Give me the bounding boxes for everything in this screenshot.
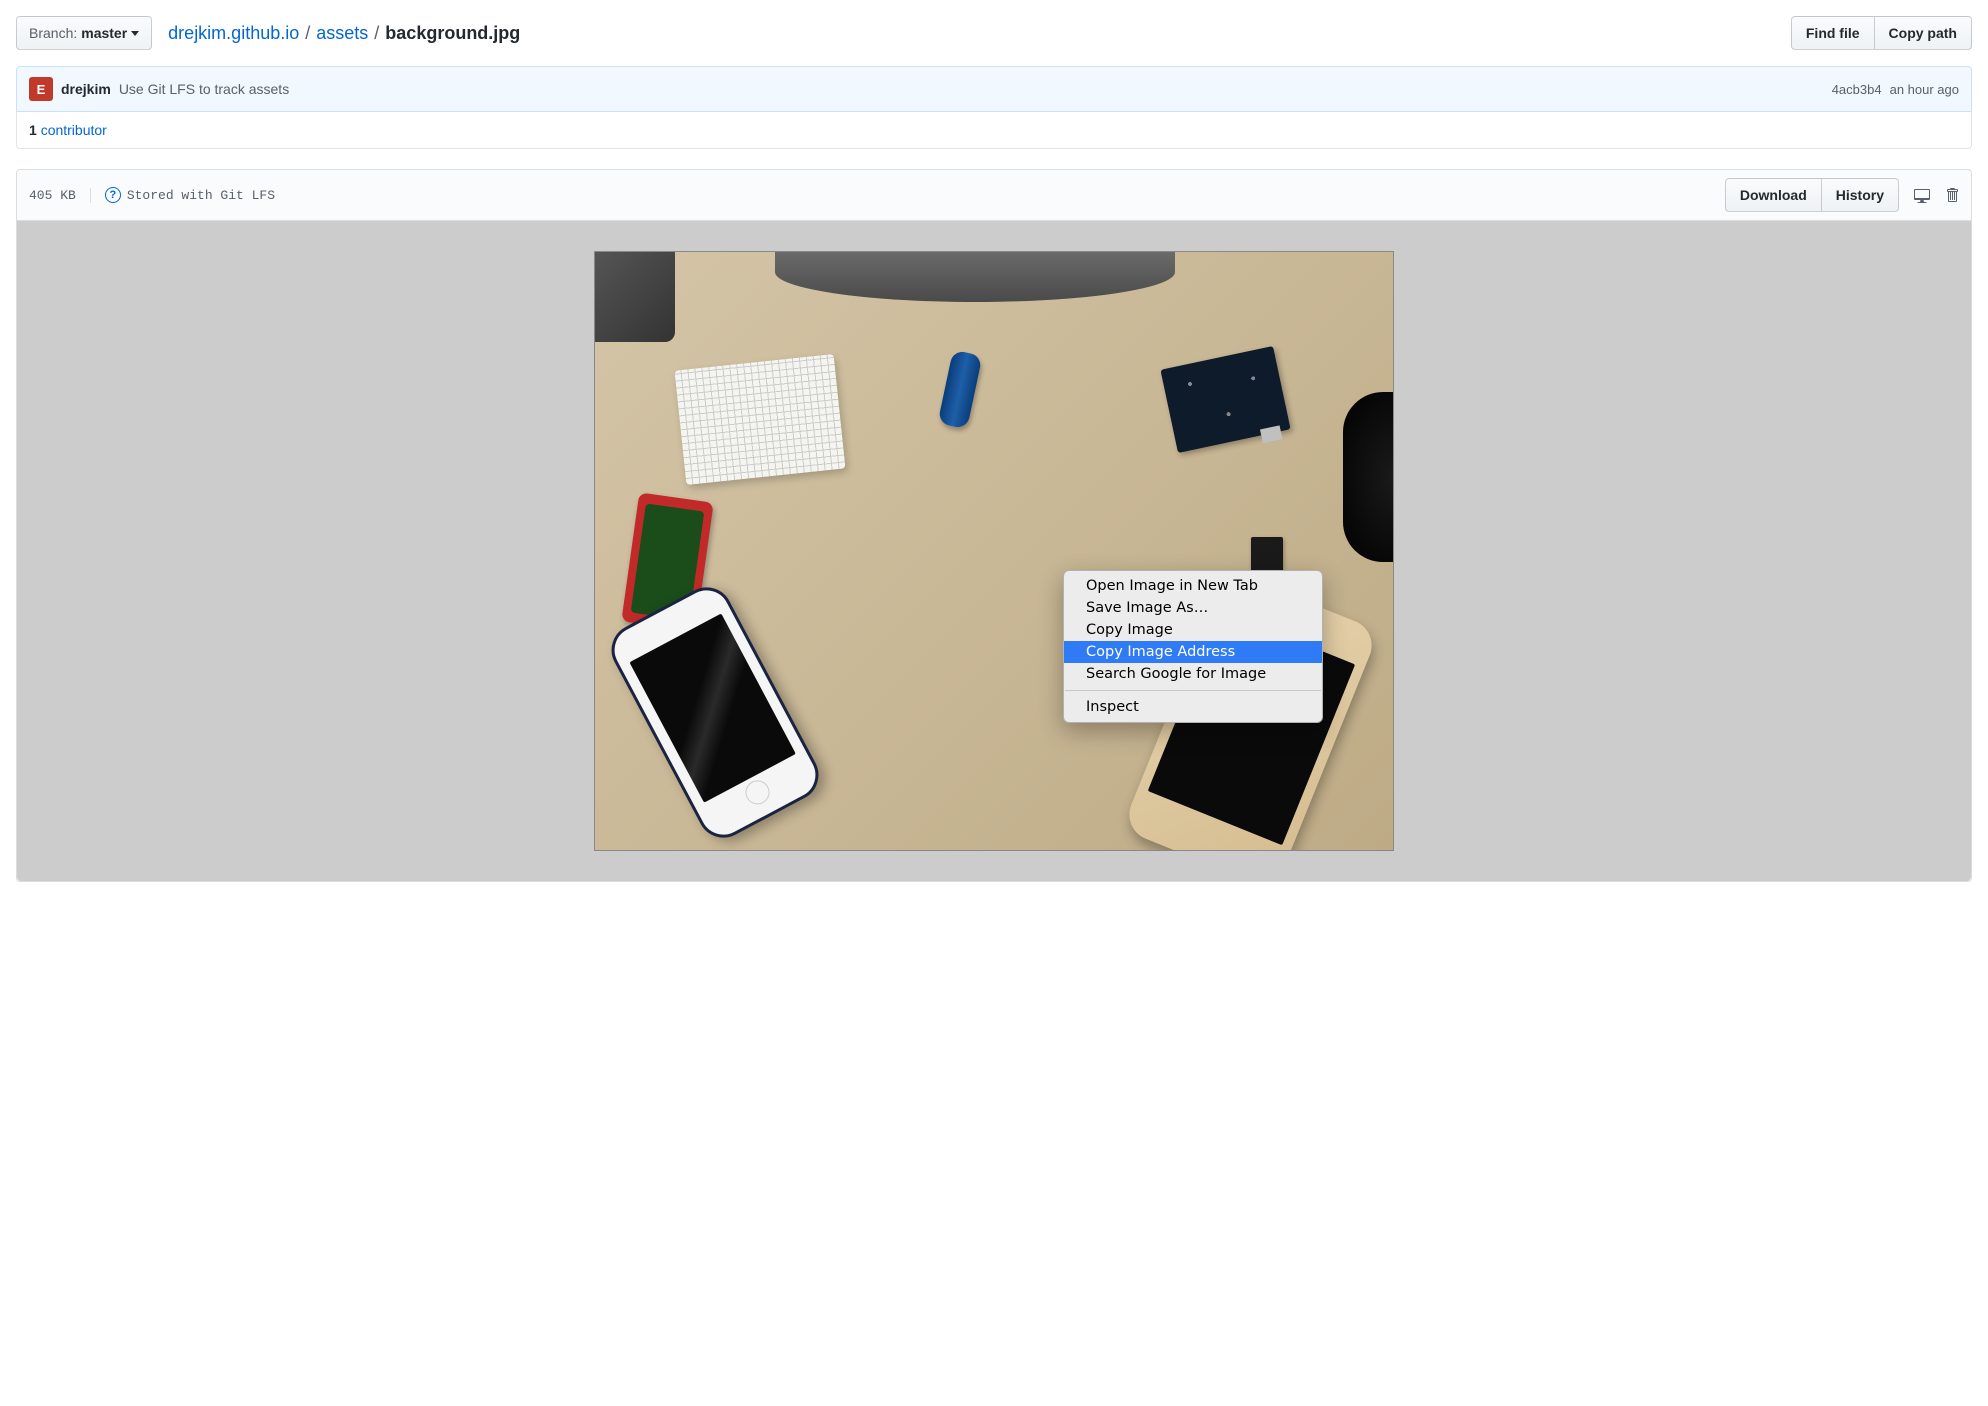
desktop-icon[interactable] [1913,187,1931,203]
help-icon[interactable]: ? [105,187,121,203]
desk-camera-edge [1343,392,1393,562]
context-menu: Open Image in New Tab Save Image As… Cop… [1063,570,1323,723]
branch-label: Branch: [29,23,77,43]
context-menu-copy-address[interactable]: Copy Image Address [1064,641,1322,663]
breadcrumb: drejkim.github.io / assets / background.… [168,23,520,44]
breadcrumb-current-file: background.jpg [385,23,520,44]
contributors-count: 1 [29,122,37,138]
file-viewer: 405 KB ? Stored with Git LFS Download Hi… [16,169,1972,882]
download-button[interactable]: Download [1725,178,1822,212]
breadcrumb-separator: / [374,23,379,44]
copy-path-button[interactable]: Copy path [1875,16,1972,50]
context-menu-copy-image[interactable]: Copy Image [1064,619,1322,641]
context-menu-search-google[interactable]: Search Google for Image [1064,663,1322,685]
context-menu-separator [1065,690,1321,691]
author-avatar[interactable]: E [29,77,53,101]
breadcrumb-repo-link[interactable]: drejkim.github.io [168,23,299,44]
file-header: 405 KB ? Stored with Git LFS Download Hi… [17,170,1971,221]
branch-select-button[interactable]: Branch: master [16,16,152,50]
file-size: 405 KB [29,188,91,203]
desk-monitor-base [775,252,1175,302]
file-content-area: Open Image in New Tab Save Image As… Cop… [17,221,1971,881]
commit-author[interactable]: drejkim [61,81,111,97]
contributors-box[interactable]: 1 contributor [16,112,1972,149]
trash-icon[interactable] [1945,187,1959,203]
lfs-storage-text: Stored with Git LFS [127,188,275,203]
commit-sha[interactable]: 4acb3b4 [1832,82,1882,97]
contributors-label: contributor [41,122,107,138]
branch-name: master [81,23,127,43]
caret-down-icon [131,31,139,36]
context-menu-inspect[interactable]: Inspect [1064,696,1322,718]
breadcrumb-separator: / [305,23,310,44]
desk-multitool [938,350,983,430]
commit-message[interactable]: Use Git LFS to track assets [119,81,289,97]
commit-info-box: E drejkim Use Git LFS to track assets 4a… [16,66,1972,112]
image-preview[interactable]: Open Image in New Tab Save Image As… Cop… [594,251,1394,851]
desk-monitor-corner [595,252,675,342]
desk-breadboard [674,354,845,485]
commit-time: an hour ago [1890,82,1959,97]
context-menu-save-as[interactable]: Save Image As… [1064,597,1322,619]
desk-arduino-board [1160,346,1290,453]
history-button[interactable]: History [1822,178,1899,212]
context-menu-open-new-tab[interactable]: Open Image in New Tab [1064,575,1322,597]
breadcrumb-folder-link[interactable]: assets [316,23,368,44]
find-file-button[interactable]: Find file [1791,16,1875,50]
